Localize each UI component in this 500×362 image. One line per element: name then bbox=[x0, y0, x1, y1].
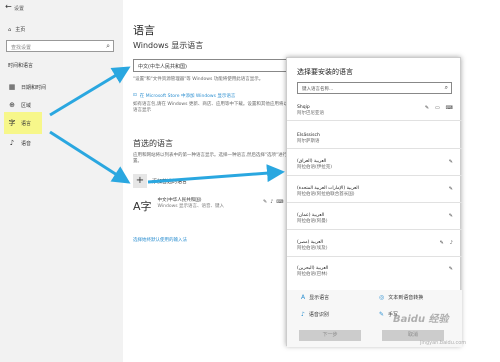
add-language-label: 添加首选的语言 bbox=[152, 178, 188, 185]
globe-icon: ⊕ bbox=[9, 101, 15, 109]
keyboard-icon: ⌨ bbox=[276, 199, 284, 205]
store-link[interactable]: ⊡ 在 Microsoft Store 中添加 Windows 显示语言 bbox=[133, 93, 235, 99]
display-language-description: "设置"和"文件资源管理器"等 Windows 功能将使用此语言显示。 bbox=[133, 77, 264, 82]
language-option-sub: 阿拉伯语(阿曼) bbox=[297, 219, 328, 224]
speech-icon: ♪ bbox=[449, 240, 453, 246]
language-option[interactable]: العربية (الإمارات العربية المتحدة) 阿拉伯语(… bbox=[297, 186, 457, 198]
back-icon[interactable]: ← bbox=[5, 2, 12, 11]
home-icon: ⌂ bbox=[8, 26, 12, 33]
sidebar-home-label: 主页 bbox=[15, 27, 26, 33]
language-option-sub: 阿拉伯语(伊拉克) bbox=[297, 165, 333, 170]
search-icon: ⌕ bbox=[106, 42, 110, 50]
pen-icon: ✎ bbox=[424, 105, 430, 111]
language-search-input[interactable]: 键入语言名称... ⌕ bbox=[297, 82, 452, 94]
display-language-heading: Windows 显示语言 bbox=[133, 41, 204, 50]
pen-icon: ✎ bbox=[439, 240, 444, 246]
language-feature-icons: ✎ ♪ ⌨ bbox=[263, 199, 284, 205]
language-option-sub: 阿尔萨斯语 bbox=[297, 139, 320, 144]
sidebar-home[interactable]: ⌂ 主页 bbox=[8, 26, 26, 34]
page-title: 语言 bbox=[133, 24, 155, 37]
next-button[interactable]: 下一步 bbox=[299, 330, 361, 341]
pen-icon: ✎ bbox=[448, 213, 453, 219]
language-icon: 字 bbox=[8, 119, 16, 127]
calendar-icon: ▦ bbox=[8, 83, 16, 91]
divider bbox=[287, 202, 462, 203]
option-label: 文本到语音转换 bbox=[388, 295, 424, 301]
divider bbox=[287, 148, 462, 149]
microphone-icon: ♪ bbox=[301, 311, 305, 318]
tts-icon: ◎ bbox=[379, 294, 385, 301]
sidebar-item-label: 区域 bbox=[21, 102, 32, 109]
language-list-item[interactable]: A字 中文(中华人民共和国) Windows 显示语言、语音、键入 bbox=[133, 198, 224, 214]
language-search-placeholder: 键入语言名称... bbox=[302, 87, 334, 92]
language-option[interactable]: Shqip 阿尔巴尼亚语 ✎ ▭ ⌨ bbox=[297, 105, 457, 117]
language-features: Windows 显示语言、语音、键入 bbox=[157, 204, 225, 209]
display-language-icon: A bbox=[301, 294, 306, 301]
divider bbox=[287, 175, 462, 176]
window-title: 设置 bbox=[14, 6, 25, 12]
pen-icon: ✎ bbox=[263, 199, 268, 205]
choose-language-dialog: 选择要安装的语言 键入语言名称... ⌕ Shqip 阿尔巴尼亚语 ✎ ▭ ⌨ El… bbox=[286, 57, 462, 347]
sidebar-item-language[interactable]: 字 语言 bbox=[8, 118, 32, 128]
sidebar-item-datetime[interactable]: ▦ 日期和时间 bbox=[8, 82, 46, 92]
store-link-label: 在 Microsoft Store 中添加 Windows 显示语言 bbox=[139, 94, 236, 99]
preferred-languages-heading: 首选的语言 bbox=[133, 139, 173, 148]
option-speech: ♪ 语音识别 bbox=[301, 311, 329, 318]
plus-icon: + bbox=[133, 174, 147, 188]
store-description: 如有语言包,请在 Windows 更新、商店、应用等中下载。设置和其他应用将以此… bbox=[133, 102, 293, 113]
watermark-url: jingyan.baidu.com bbox=[420, 340, 467, 346]
add-language-button[interactable]: + 添加首选的语言 bbox=[133, 174, 187, 188]
display-icon: ▭ bbox=[435, 105, 440, 111]
store-icon: ⊡ bbox=[133, 93, 137, 98]
sidebar-section-label: 时间和语言 bbox=[8, 63, 34, 69]
option-label: 语音识别 bbox=[308, 312, 329, 318]
settings-sidebar: ← 设置 ⌂ 主页 查找设置 ⌕ 时间和语言 ▦ 日期和时间 ⊕ 区域 字 语言… bbox=[0, 0, 123, 362]
language-option[interactable]: العربية (مصر) 阿拉伯语(埃及) ✎ ♪ bbox=[297, 240, 457, 252]
pen-icon: ✎ bbox=[448, 186, 453, 192]
language-icon: A字 bbox=[133, 200, 152, 213]
search-icon: ⌕ bbox=[444, 84, 448, 91]
settings-search-input[interactable]: 查找设置 ⌕ bbox=[6, 40, 114, 52]
language-option[interactable]: Elsässisch 阿尔萨斯语 bbox=[297, 133, 457, 145]
pen-icon: ✎ bbox=[379, 311, 385, 318]
sidebar-item-label: 语言 bbox=[21, 120, 32, 127]
sidebar-item-speech[interactable]: ♪ 语音 bbox=[8, 138, 31, 148]
watermark-logo: Baidu 经验 bbox=[393, 314, 449, 325]
language-option-sub: 阿尔巴尼亚语 bbox=[297, 111, 324, 116]
display-language-dropdown[interactable]: 中文(中华人民共和国) bbox=[133, 59, 293, 72]
language-option-sub: 阿拉伯语(巴林) bbox=[297, 272, 328, 277]
microphone-icon: ♪ bbox=[9, 139, 15, 147]
divider bbox=[287, 120, 462, 121]
pen-icon: ✎ bbox=[448, 266, 453, 272]
language-option[interactable]: العربية (عمان) 阿拉伯语(阿曼) ✎ bbox=[297, 213, 457, 225]
option-tts: ◎ 文本到语音转换 bbox=[379, 294, 423, 301]
divider bbox=[287, 256, 462, 257]
sidebar-item-label: 语音 bbox=[21, 140, 32, 147]
language-option[interactable]: العربية (البحرين) 阿拉伯语(巴林) ✎ bbox=[297, 266, 457, 278]
keyboard-icon: ⌨ bbox=[445, 105, 453, 111]
option-label: 显示语言 bbox=[309, 295, 330, 301]
pen-icon: ✎ bbox=[448, 159, 453, 165]
display-language-value: 中文(中华人民共和国) bbox=[138, 64, 187, 70]
speech-icon: ♪ bbox=[270, 199, 274, 205]
dialog-title: 选择要安装的语言 bbox=[297, 68, 353, 76]
sidebar-item-region[interactable]: ⊕ 区域 bbox=[8, 100, 31, 110]
option-display-language: A 显示语言 bbox=[301, 294, 329, 301]
divider bbox=[287, 229, 462, 230]
input-method-link[interactable]: 选择始终默认使用的输入法 bbox=[133, 237, 187, 243]
language-option-sub: 阿拉伯语(埃及) bbox=[297, 246, 328, 251]
sidebar-item-label: 日期和时间 bbox=[21, 84, 47, 91]
language-option-sub: 阿拉伯语(阿拉伯联合酋长国) bbox=[297, 192, 355, 197]
preferred-languages-description: 应用和网站将以列表中的第一种语言显示。选择一种语言,然后选择"选项"进行配置。 bbox=[133, 153, 292, 164]
language-option[interactable]: العربية (العراق) 阿拉伯语(伊拉克) ✎ bbox=[297, 159, 457, 171]
search-placeholder: 查找设置 bbox=[11, 45, 32, 51]
